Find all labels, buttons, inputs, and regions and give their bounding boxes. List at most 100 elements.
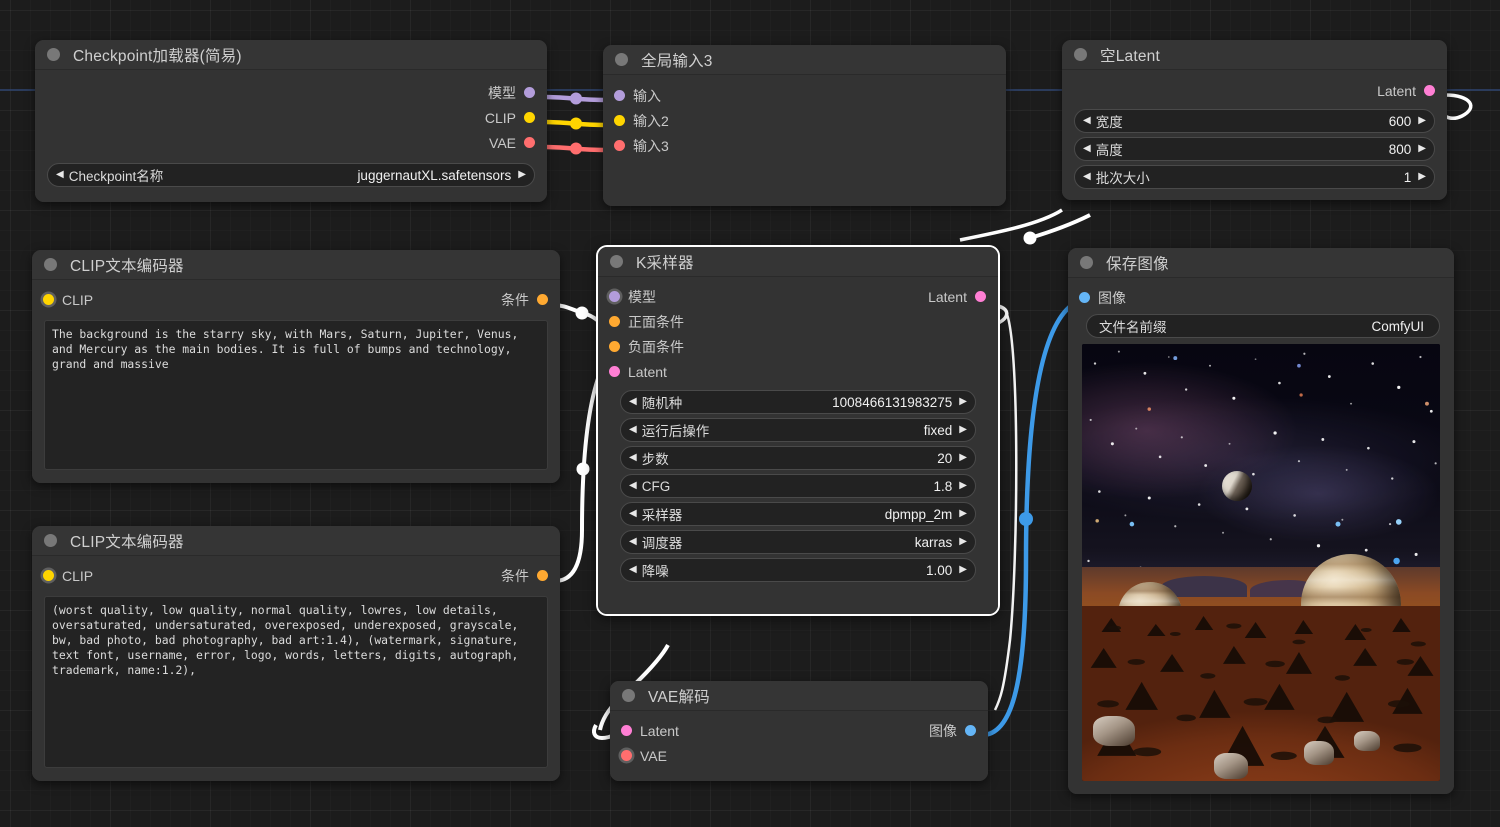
decrement-arrow-icon[interactable]: ◀ — [1083, 172, 1091, 182]
widget-seed[interactable]: ◀ 随机种 1008466131983275 ▶ — [620, 390, 976, 414]
widget-cfg[interactable]: ◀ CFG 1.8 ▶ — [620, 474, 976, 498]
output-dot-latent-icon[interactable] — [975, 291, 986, 302]
input-dot-vae-icon[interactable] — [621, 750, 632, 761]
output-slot-image[interactable]: 图像 — [929, 721, 976, 741]
prompt-textarea-positive[interactable]: The background is the starry sky, with M… — [44, 320, 548, 470]
output-slot-model[interactable]: 模型 — [35, 80, 547, 105]
output-dot-conditioning-icon[interactable] — [537, 570, 548, 581]
collapse-dot-icon[interactable] — [615, 53, 628, 66]
decrement-arrow-icon[interactable]: ◀ — [1083, 144, 1091, 154]
input-dot-model-icon[interactable] — [614, 90, 625, 101]
clip-io-row[interactable]: CLIP 条件 — [32, 563, 560, 588]
input-slot-clip[interactable]: CLIP — [43, 292, 93, 308]
widget-denoise[interactable]: ◀ 降噪 1.00 ▶ — [620, 558, 976, 582]
output-dot-conditioning-icon[interactable] — [537, 294, 548, 305]
decrement-arrow-icon[interactable]: ◀ — [629, 425, 637, 435]
input-slot-clip[interactable]: CLIP — [43, 568, 93, 584]
node-clip-text-encode-positive[interactable]: CLIP文本编码器 CLIP 条件 The background is the … — [32, 250, 560, 483]
node-title-bar[interactable]: 保存图像 — [1068, 248, 1454, 278]
input-slot-image[interactable]: 图像 — [1068, 285, 1454, 310]
output-slot-conditioning[interactable]: 条件 — [501, 566, 548, 586]
output-dot-image-icon[interactable] — [965, 725, 976, 736]
widget-steps[interactable]: ◀ 步数 20 ▶ — [620, 446, 976, 470]
decrement-arrow-icon[interactable]: ◀ — [629, 397, 637, 407]
node-title-bar[interactable]: CLIP文本编码器 — [32, 526, 560, 556]
widget-width[interactable]: ◀ 宽度 600 ▶ — [1074, 109, 1435, 133]
input-dot-model-icon[interactable] — [609, 291, 620, 302]
input-slot-model[interactable]: 模型 — [609, 287, 656, 307]
output-dot-clip-icon[interactable] — [524, 112, 535, 123]
node-title-bar[interactable]: K采样器 — [598, 247, 998, 277]
widget-checkpoint-name[interactable]: ◀ Checkpoint名称 juggernautXL.safetensors … — [47, 163, 535, 187]
decrement-arrow-icon[interactable]: ◀ — [629, 565, 637, 575]
widget-height[interactable]: ◀ 高度 800 ▶ — [1074, 137, 1435, 161]
node-global-input[interactable]: 全局输入3 输入 输入2 输入3 — [603, 45, 1006, 206]
collapse-dot-icon[interactable] — [1080, 256, 1093, 269]
widget-scheduler[interactable]: ◀ 调度器 karras ▶ — [620, 530, 976, 554]
widget-filename-prefix[interactable]: 文件名前缀 ComfyUI — [1086, 314, 1440, 338]
input-dot-latent-icon[interactable] — [621, 725, 632, 736]
input-slot-latent[interactable]: Latent — [621, 723, 679, 739]
node-title-bar[interactable]: CLIP文本编码器 — [32, 250, 560, 280]
node-checkpoint-loader[interactable]: Checkpoint加载器(简易) 模型 CLIP VAE ◀ Checkpoi… — [35, 40, 547, 202]
increment-arrow-icon[interactable]: ▶ — [1418, 116, 1426, 126]
input-dot-image-icon[interactable] — [1079, 292, 1090, 303]
collapse-dot-icon[interactable] — [610, 255, 623, 268]
increment-arrow-icon[interactable]: ▶ — [959, 509, 967, 519]
input-dot-clip-icon[interactable] — [43, 294, 54, 305]
node-ksampler[interactable]: K采样器 模型 Latent 正面条件 负面条件 Latent ◀ 随机种 10… — [598, 247, 998, 614]
collapse-dot-icon[interactable] — [44, 258, 57, 271]
input-dot-vae-icon[interactable] — [614, 140, 625, 151]
node-title-bar[interactable]: VAE解码 — [610, 681, 988, 711]
output-slot-latent[interactable]: Latent — [1062, 78, 1447, 103]
increment-arrow-icon[interactable]: ▶ — [959, 397, 967, 407]
input-dot-positive-icon[interactable] — [609, 316, 620, 327]
decrement-arrow-icon[interactable]: ◀ — [629, 537, 637, 547]
increment-arrow-icon[interactable]: ▶ — [1418, 144, 1426, 154]
node-empty-latent[interactable]: 空Latent Latent ◀ 宽度 600 ▶ ◀ 高度 800 ▶ ◀ 批… — [1062, 40, 1447, 200]
input-slot-3[interactable]: 输入3 — [603, 133, 1006, 158]
input-dot-latent-icon[interactable] — [609, 366, 620, 377]
output-dot-vae-icon[interactable] — [524, 137, 535, 148]
collapse-dot-icon[interactable] — [622, 689, 635, 702]
node-title-bar[interactable]: 全局输入3 — [603, 45, 1006, 75]
node-clip-text-encode-negative[interactable]: CLIP文本编码器 CLIP 条件 (worst quality, low qu… — [32, 526, 560, 781]
widget-batch-size[interactable]: ◀ 批次大小 1 ▶ — [1074, 165, 1435, 189]
input-slot-latent[interactable]: Latent — [598, 359, 998, 384]
input-dot-negative-icon[interactable] — [609, 341, 620, 352]
workflow-canvas[interactable]: Checkpoint加载器(简易) 模型 CLIP VAE ◀ Checkpoi… — [0, 0, 1500, 827]
input-slot-vae[interactable]: VAE — [610, 743, 988, 768]
output-slot-vae[interactable]: VAE — [35, 130, 547, 155]
increment-arrow-icon[interactable]: ▶ — [959, 425, 967, 435]
output-slot-latent[interactable]: Latent — [928, 289, 986, 305]
node-title-bar[interactable]: 空Latent — [1062, 40, 1447, 70]
input-slot-2[interactable]: 输入2 — [603, 108, 1006, 133]
increment-arrow-icon[interactable]: ▶ — [959, 453, 967, 463]
output-slot-clip[interactable]: CLIP — [35, 105, 547, 130]
decrement-arrow-icon[interactable]: ◀ — [629, 453, 637, 463]
ksampler-model-row[interactable]: 模型 Latent — [598, 284, 998, 309]
widget-control-after-generate[interactable]: ◀ 运行后操作 fixed ▶ — [620, 418, 976, 442]
prompt-textarea-negative[interactable]: (worst quality, low quality, normal qual… — [44, 596, 548, 768]
input-dot-clip-icon[interactable] — [614, 115, 625, 126]
node-title-bar[interactable]: Checkpoint加载器(简易) — [35, 40, 547, 70]
clip-io-row[interactable]: CLIP 条件 — [32, 287, 560, 312]
collapse-dot-icon[interactable] — [1074, 48, 1087, 61]
increment-arrow-icon[interactable]: ▶ — [518, 170, 526, 180]
increment-arrow-icon[interactable]: ▶ — [959, 537, 967, 547]
output-slot-conditioning[interactable]: 条件 — [501, 290, 548, 310]
decrement-arrow-icon[interactable]: ◀ — [56, 170, 64, 180]
output-dot-latent-icon[interactable] — [1424, 85, 1435, 96]
widget-sampler-name[interactable]: ◀ 采样器 dpmpp_2m ▶ — [620, 502, 976, 526]
input-dot-clip-icon[interactable] — [43, 570, 54, 581]
image-preview[interactable] — [1082, 344, 1440, 781]
node-vae-decode[interactable]: VAE解码 Latent 图像 VAE — [610, 681, 988, 781]
increment-arrow-icon[interactable]: ▶ — [1418, 172, 1426, 182]
input-slot-1[interactable]: 输入 — [603, 83, 1006, 108]
node-save-image[interactable]: 保存图像 图像 文件名前缀 ComfyUI — [1068, 248, 1454, 794]
increment-arrow-icon[interactable]: ▶ — [959, 565, 967, 575]
output-dot-model-icon[interactable] — [524, 87, 535, 98]
decrement-arrow-icon[interactable]: ◀ — [629, 481, 637, 491]
input-slot-positive[interactable]: 正面条件 — [598, 309, 998, 334]
vae-io-row[interactable]: Latent 图像 — [610, 718, 988, 743]
